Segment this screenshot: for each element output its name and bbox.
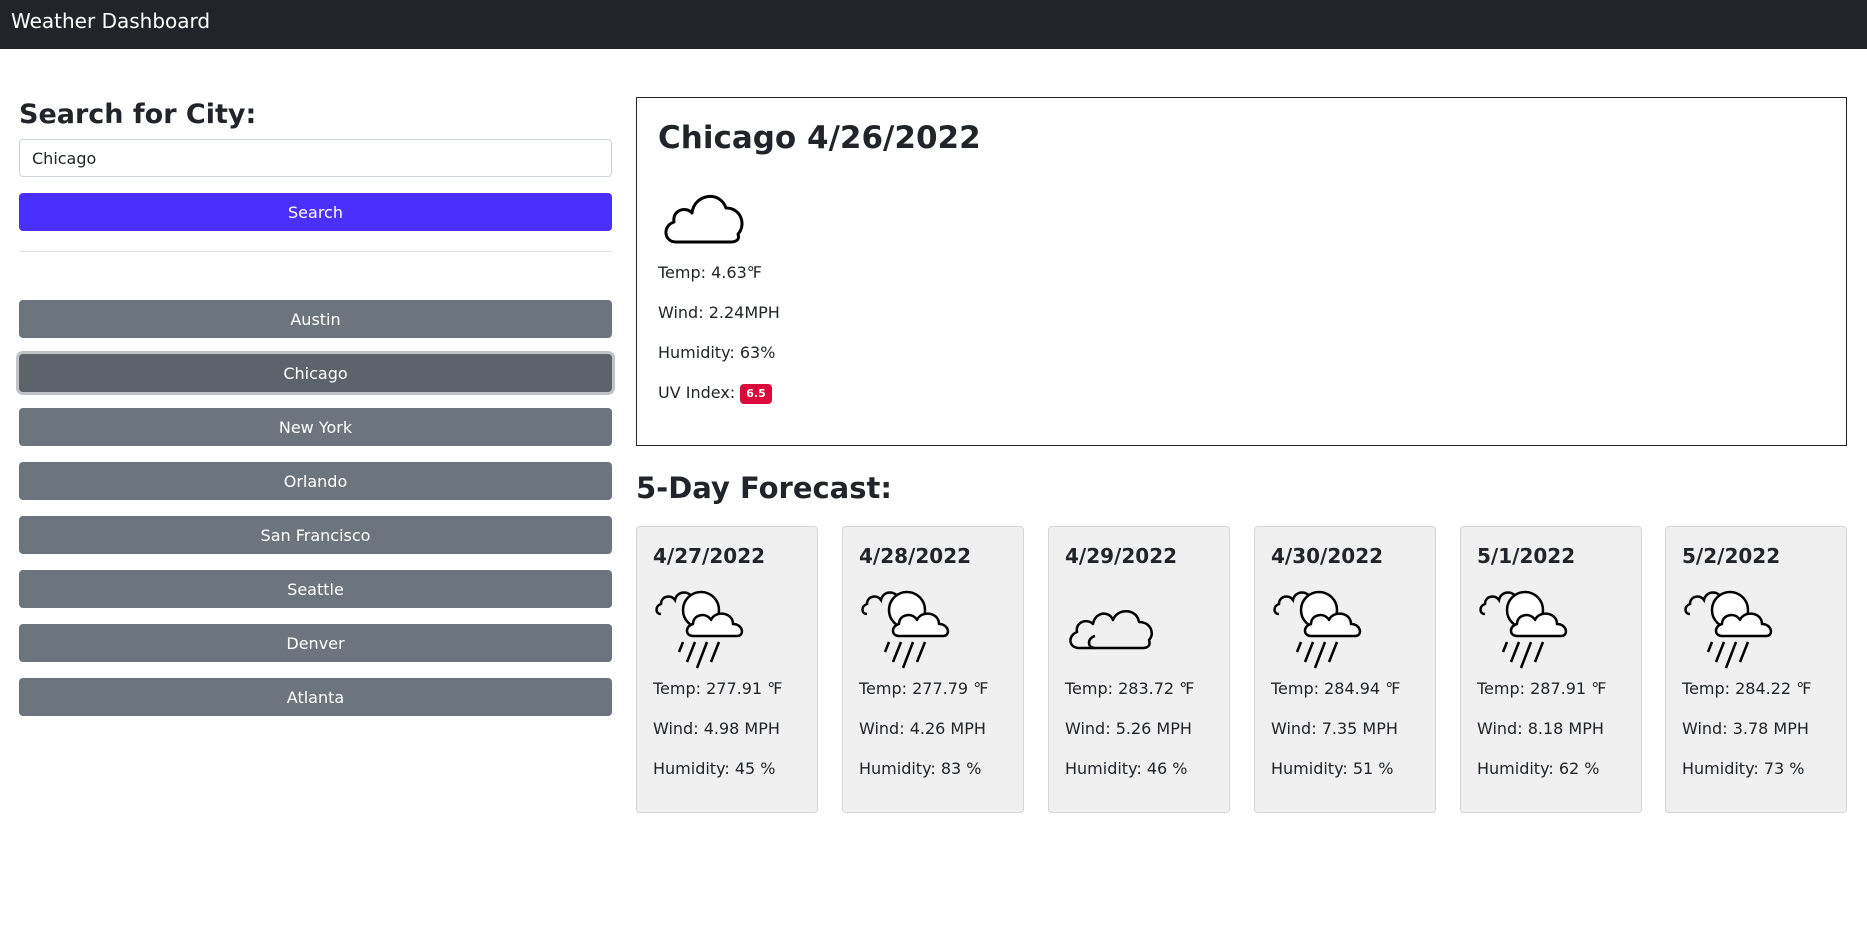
- forecast-date: 5/1/2022: [1477, 544, 1576, 568]
- history-button-atlanta[interactable]: Atlanta: [19, 678, 612, 716]
- forecast-date: 4/29/2022: [1065, 544, 1178, 568]
- uv-label: UV Index:: [658, 383, 736, 402]
- current-wind: Wind: 2.24MPH: [658, 303, 780, 322]
- forecast-temp: Temp: 287.91 ℉: [1477, 679, 1607, 698]
- forecast-wind: Wind: 4.26 MPH: [859, 719, 986, 738]
- search-button[interactable]: Search: [19, 193, 612, 231]
- rain-icon: [1684, 590, 1773, 669]
- current-uv: UV Index: 6.5: [658, 383, 772, 404]
- history-button-denver[interactable]: Denver: [19, 624, 612, 662]
- forecast-humidity: Humidity: 62 %: [1477, 759, 1600, 778]
- forecast-wind: Wind: 3.78 MPH: [1682, 719, 1809, 738]
- forecast-temp: Temp: 277.91 ℉: [653, 679, 783, 698]
- forecast-date: 4/27/2022: [653, 544, 766, 568]
- forecast-humidity: Humidity: 45 %: [653, 759, 776, 778]
- forecast-wind: Wind: 7.35 MPH: [1271, 719, 1398, 738]
- forecast-card: 4/28/2022 Temp: 277.79 ℉ Wind: 4.26 MPH …: [842, 526, 1024, 813]
- search-heading: Search for City:: [19, 99, 257, 130]
- forecast-card: 4/29/2022 Temp: 283.72 ℉ Wind: 5.26 MPH …: [1048, 526, 1230, 813]
- forecast-humidity: Humidity: 46 %: [1065, 759, 1188, 778]
- forecast-card: 5/1/2022 Temp: 287.91 ℉ Wind: 8.18 MPH H…: [1460, 526, 1642, 813]
- search-history-list: Austin Chicago New York Orlando San Fran…: [19, 300, 612, 732]
- forecast-temp: Temp: 284.22 ℉: [1682, 679, 1812, 698]
- history-button-austin[interactable]: Austin: [19, 300, 612, 338]
- forecast-date: 5/2/2022: [1682, 544, 1781, 568]
- rain-icon: [1273, 590, 1362, 669]
- forecast-date: 4/30/2022: [1271, 544, 1384, 568]
- forecast-wind: Wind: 4.98 MPH: [653, 719, 780, 738]
- rain-icon: [1479, 590, 1568, 669]
- current-humidity: Humidity: 63%: [658, 343, 776, 362]
- forecast-temp: Temp: 284.94 ℉: [1271, 679, 1401, 698]
- current-temp: Temp: 4.63℉: [658, 263, 762, 282]
- forecast-heading: 5-Day Forecast:: [636, 471, 892, 505]
- divider: [19, 251, 612, 252]
- forecast-temp: Temp: 283.72 ℉: [1065, 679, 1195, 698]
- forecast-humidity: Humidity: 51 %: [1271, 759, 1394, 778]
- cloud-icon: [1069, 610, 1153, 650]
- forecast-humidity: Humidity: 73 %: [1682, 759, 1805, 778]
- forecast-card: 4/30/2022 Temp: 284.94 ℉ Wind: 7.35 MPH …: [1254, 526, 1436, 813]
- history-button-new-york[interactable]: New York: [19, 408, 612, 446]
- history-button-seattle[interactable]: Seattle: [19, 570, 612, 608]
- history-button-orlando[interactable]: Orlando: [19, 462, 612, 500]
- forecast-card: 5/2/2022 Temp: 284.22 ℉ Wind: 3.78 MPH H…: [1665, 526, 1847, 813]
- forecast-wind: Wind: 8.18 MPH: [1477, 719, 1604, 738]
- cloud-icon: [664, 194, 744, 244]
- rain-icon: [655, 590, 744, 669]
- city-search-input[interactable]: [19, 139, 612, 177]
- forecast-card: 4/27/2022 Temp: 277.91 ℉ Wind: 4.98 MPH …: [636, 526, 818, 813]
- rain-icon: [861, 590, 950, 669]
- navbar: Weather Dashboard: [0, 0, 1867, 49]
- current-city-date: Chicago 4/26/2022: [658, 120, 981, 156]
- current-weather-card: Chicago 4/26/2022 Temp: 4.63℉ Wind: 2.24…: [636, 97, 1847, 446]
- forecast-wind: Wind: 5.26 MPH: [1065, 719, 1192, 738]
- app-title: Weather Dashboard: [11, 9, 211, 33]
- forecast-date: 4/28/2022: [859, 544, 972, 568]
- forecast-temp: Temp: 277.79 ℉: [859, 679, 989, 698]
- forecast-humidity: Humidity: 83 %: [859, 759, 982, 778]
- uv-badge: 6.5: [740, 383, 772, 404]
- forecast-row: 4/27/2022 Temp: 277.91 ℉ Wind: 4.98 MPH …: [636, 526, 1847, 813]
- history-button-san-francisco[interactable]: San Francisco: [19, 516, 612, 554]
- history-button-chicago[interactable]: Chicago: [19, 354, 612, 392]
